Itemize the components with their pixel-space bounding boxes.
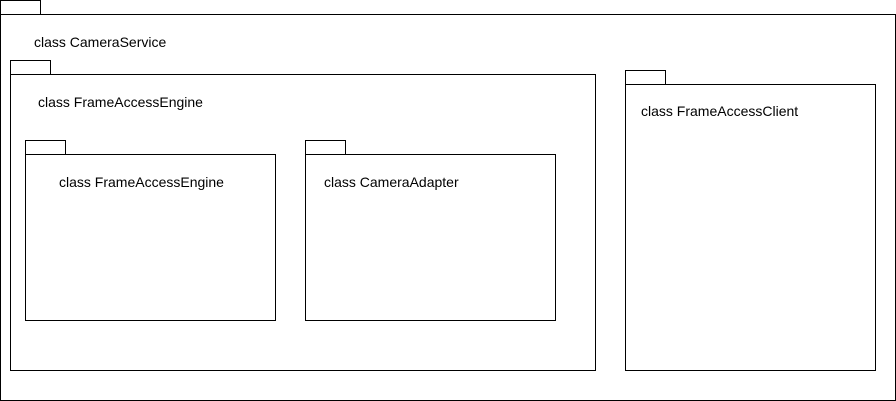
package-label-frame-access-client: class FrameAccessClient [641, 103, 799, 119]
package-tab-camera-service [0, 0, 41, 15]
package-label-camera-adapter: class CameraAdapter [324, 174, 459, 190]
package-tab-camera-adapter [305, 140, 346, 155]
package-label-camera-service: class CameraService [34, 34, 167, 50]
package-tab-frame-access-client [625, 70, 666, 85]
package-label-frame-access-engine-outer: class FrameAccessEngine [38, 94, 203, 110]
package-tab-frame-access-engine-outer [10, 60, 51, 75]
package-tab-frame-access-engine-inner [25, 140, 66, 155]
package-label-frame-access-engine-inner: class FrameAccessEngine [59, 174, 224, 190]
package-frame-access-client[interactable] [625, 84, 876, 371]
